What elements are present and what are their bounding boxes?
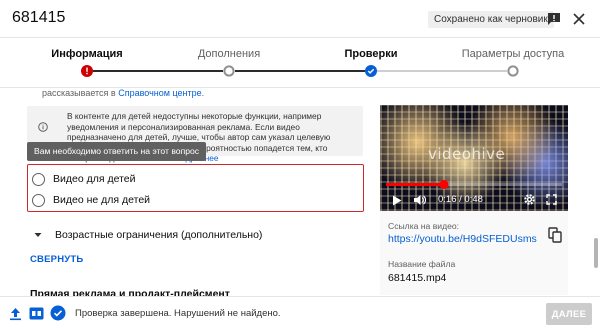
radio-button[interactable] (32, 173, 45, 186)
paid-promotion-heading: Прямая реклама и продакт-плейсмент (30, 288, 230, 296)
collapse-button[interactable]: СВЕРНУТЬ (30, 254, 83, 265)
help-text-fragment: рассказывается в Справочном центре. (42, 88, 204, 98)
close-icon[interactable] (571, 11, 587, 27)
video-time: 0:16 / 0:48 (438, 194, 483, 205)
progress-thumb[interactable] (439, 180, 449, 189)
help-text-prefix: рассказывается в (42, 88, 119, 98)
step-visibility-label[interactable]: Параметры доступа (462, 48, 564, 60)
radio-label[interactable]: Видео для детей (53, 173, 135, 185)
dialog-header: 681415 Сохранено как черновик (0, 0, 600, 38)
checks-status: Проверка завершена. Нарушений не найдено… (75, 308, 281, 319)
next-button[interactable]: ДАЛЕЕ (546, 303, 592, 325)
video-progress-bar[interactable] (386, 180, 562, 189)
video-link-label: Ссылка на видео: (388, 221, 460, 231)
pending-step-icon[interactable] (223, 65, 235, 77)
check-circle-icon[interactable] (50, 305, 66, 321)
hd-icon[interactable] (29, 307, 44, 320)
chevron-down-icon[interactable] (33, 230, 43, 240)
help-text-suffix: . (201, 88, 205, 98)
info-icon (38, 122, 48, 132)
radio-not-made-for-kids[interactable]: Видео не для детей (32, 191, 352, 211)
step-connector (235, 70, 365, 72)
upload-stepper: Информация Дополнения Проверки Параметры… (0, 38, 600, 88)
scrollbar[interactable] (594, 238, 598, 268)
video-link[interactable]: https://youtu.be/H9dSFEDUsms (388, 233, 537, 245)
video-player[interactable]: videohive 0:16 / 0:48 (380, 105, 568, 211)
required-question-tooltip: Вам необходимо ответить на этот вопрос (27, 142, 207, 161)
radio-made-for-kids[interactable]: Видео для детей (32, 170, 352, 190)
step-checks-label[interactable]: Проверки (344, 48, 397, 60)
help-center-link[interactable]: Справочном центре (118, 88, 201, 98)
video-preview-card: videohive 0:16 / 0:48 Ссылка на видео: h… (380, 105, 568, 295)
video-watermark: videohive (428, 145, 506, 163)
fullscreen-icon[interactable] (546, 194, 557, 205)
check-step-icon[interactable] (365, 65, 377, 77)
dialog-footer: Проверка завершена. Нарушений не найдено… (0, 296, 600, 330)
error-icon[interactable] (81, 65, 93, 77)
volume-icon[interactable] (413, 194, 426, 206)
details-panel: рассказывается в Справочном центре. В ко… (0, 88, 600, 296)
progress-fill (386, 183, 445, 186)
age-restrictions-toggle[interactable]: Возрастные ограничения (дополнительно) (27, 227, 327, 243)
step-extras-label[interactable]: Дополнения (198, 48, 260, 60)
file-name: 681415.mp4 (388, 272, 447, 284)
age-restrictions-label[interactable]: Возрастные ограничения (дополнительно) (55, 229, 262, 241)
draft-status-badge: Сохранено как черновик (428, 11, 554, 28)
step-info-label[interactable]: Информация (51, 48, 122, 60)
step-connector (93, 70, 223, 72)
copy-icon[interactable] (548, 227, 562, 243)
file-name-label: Название файла (388, 259, 456, 269)
feedback-icon[interactable] (546, 11, 562, 27)
radio-button[interactable] (32, 194, 45, 207)
video-title: 681415 (12, 9, 66, 26)
play-icon[interactable] (392, 195, 402, 206)
pending-step-icon[interactable] (507, 65, 519, 77)
radio-label[interactable]: Видео не для детей (53, 194, 150, 206)
audience-radio-group: Видео для детей Видео не для детей (27, 164, 364, 212)
gear-icon[interactable] (523, 193, 536, 206)
step-connector (377, 70, 507, 72)
player-controls: 0:16 / 0:48 (380, 189, 568, 211)
upload-icon[interactable] (9, 307, 22, 321)
